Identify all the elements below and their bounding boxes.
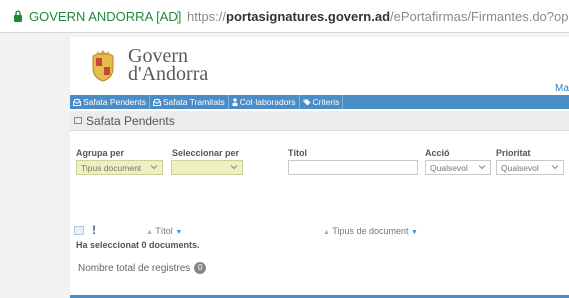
- group-by-select[interactable]: Tipus document: [76, 160, 163, 175]
- url-host: portasignatures.govern.ad: [226, 9, 391, 24]
- page-content: Govern d'Andorra Ma Safata Pendents Safa…: [70, 37, 569, 298]
- url-field[interactable]: https://portasignatures.govern.ad/ePorta…: [187, 9, 569, 24]
- table-header: ! ▲ Títol ▼ ▲ Tipus de document ▼: [70, 223, 569, 239]
- tab-safata-tramitats[interactable]: Safata Tramitats: [150, 95, 229, 109]
- chevron-down-icon: [230, 165, 238, 170]
- doctype-column-header[interactable]: ▲ Tipus de document ▼: [323, 226, 418, 236]
- select-by-select[interactable]: [171, 160, 243, 175]
- sort-up-icon[interactable]: ▲: [323, 229, 330, 236]
- inbox-icon: [73, 98, 81, 106]
- sort-up-icon[interactable]: ▲: [146, 229, 153, 236]
- action-select[interactable]: Qualsevol: [425, 160, 491, 175]
- title-label: Títol: [288, 148, 307, 158]
- total-records-label: Nombre total de registres: [78, 262, 191, 274]
- person-icon: [232, 98, 238, 106]
- brand-subtitle: d'Andorra: [128, 63, 209, 85]
- chevron-down-icon: [551, 165, 559, 170]
- tab-label: Criteris: [312, 97, 340, 107]
- priority-label: Prioritat: [496, 148, 531, 158]
- total-records-badge: 0: [194, 262, 207, 274]
- inbox-icon: [152, 98, 161, 106]
- tab-safata-pendents[interactable]: Safata Pendents: [70, 95, 150, 109]
- priority-value: Qualsevol: [501, 162, 539, 173]
- browser-address-bar[interactable]: GOVERN ANDORRA [AD] https://portasignatu…: [0, 0, 569, 33]
- lock-icon: [14, 10, 22, 22]
- tab-label: Col·laboradors: [239, 97, 296, 107]
- main-nav: Safata Pendents Safata Tramitats Col·lab…: [70, 95, 569, 109]
- action-value: Qualsevol: [430, 162, 468, 173]
- select-all-icon[interactable]: [74, 226, 84, 235]
- inbox-icon: [74, 117, 82, 124]
- select-by-label: Seleccionar per: [172, 148, 240, 158]
- priority-column-header[interactable]: !: [92, 223, 96, 237]
- url-path: /ePortafirmas/Firmantes.do?operacion=lis…: [390, 9, 569, 24]
- tab-label: Safata Pendents: [83, 97, 146, 107]
- group-by-value: Tipus document: [81, 162, 142, 173]
- title-header-label: Títol: [155, 226, 173, 236]
- section-title: Safata Pendents: [86, 114, 175, 128]
- title-input[interactable]: [288, 160, 418, 175]
- tag-icon: [303, 99, 310, 105]
- action-label: Acció: [425, 148, 450, 158]
- tab-collaboradors[interactable]: Col·laboradors: [229, 95, 300, 109]
- chevron-down-icon: [478, 165, 486, 170]
- sort-down-icon[interactable]: ▼: [411, 229, 418, 236]
- title-column-header[interactable]: ▲ Títol ▼: [146, 226, 182, 236]
- user-link[interactable]: Ma: [555, 83, 569, 94]
- site-identity: GOVERN ANDORRA [AD]: [29, 9, 182, 24]
- tab-criteris[interactable]: Criteris: [300, 95, 344, 109]
- chevron-down-icon: [150, 165, 158, 170]
- url-separator: [177, 10, 178, 24]
- group-by-label: Agrupa per: [76, 148, 125, 158]
- url-prefix: https://: [187, 9, 227, 24]
- andorra-coat-of-arms-icon: [92, 50, 114, 82]
- section-header: Safata Pendents: [70, 111, 569, 131]
- priority-select[interactable]: Qualsevol: [496, 160, 564, 175]
- tab-label: Safata Tramitats: [162, 97, 225, 107]
- selected-count-text: Ha seleccionat 0 documents.: [76, 240, 200, 250]
- sort-down-icon[interactable]: ▼: [175, 229, 182, 236]
- total-records: Nombre total de registres 0: [78, 262, 207, 274]
- doctype-header-label: Tipus de document: [332, 226, 409, 236]
